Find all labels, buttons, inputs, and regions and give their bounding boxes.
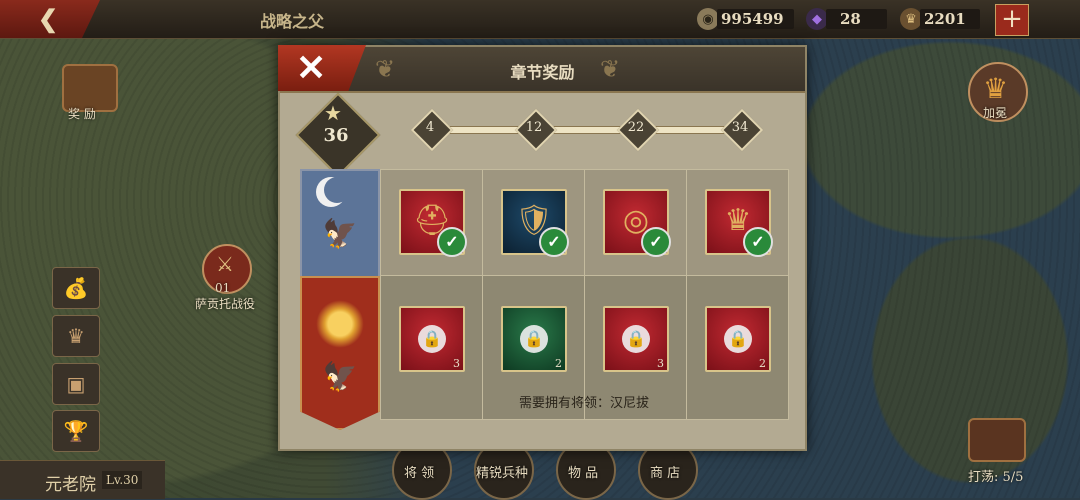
reward-cell-claimed[interactable]: ⛑ ✓ (380, 169, 483, 276)
lock-icon: 🔒 (622, 325, 650, 353)
reward-quantity: 2 (555, 357, 562, 370)
helmet-icon: ⛑ ✓ (399, 189, 467, 257)
ring-icon: ◎ ✓ (603, 189, 671, 257)
claimed-check-icon: ✓ (539, 227, 569, 257)
reward-grid: ⛑ ✓ 🛡 ✓ ◎ ✓ ♛ ✓ 🔒 3 🔒 2 🔒 3 🔒 2 (380, 169, 789, 421)
senate-level: Lv.30 (102, 471, 143, 489)
senate-label: 元老院 (45, 475, 96, 495)
lock-icon: 🔒 (724, 325, 752, 353)
medal-resource: ♛ 2201 (900, 8, 980, 30)
nav-shop-label: 商 店 (650, 466, 681, 481)
rewards-label: 奖 励 (68, 107, 96, 121)
crown-menu-icon[interactable]: ♛ (52, 315, 100, 357)
battle-label: 萨贡托战役 (195, 297, 256, 311)
gem-icon: ◆ (806, 8, 828, 30)
close-icon: ✕ (296, 47, 327, 89)
requirement-text: 需要拥有将领：汉尼拔 (518, 396, 649, 411)
reward-quantity: 3 (453, 357, 460, 370)
reward-cell-claimed[interactable]: ◎ ✓ (584, 169, 687, 276)
chapter-title: 战略之父 (260, 12, 325, 31)
eagle-icon: 🦅 (322, 217, 358, 250)
top-bar: ❮ 战略之父 ◉ 995499 ◆ 28 ♛ 2201 + (0, 0, 1080, 39)
gem-resource: ◆ 28 (806, 8, 887, 30)
crown-icon: ♛ ✓ (705, 189, 773, 257)
battle-number: 01 (215, 281, 231, 295)
star-total: ★ 36 (306, 101, 366, 163)
star-progress-track (430, 126, 742, 134)
armor-icon: 🔒 2 (501, 306, 567, 372)
trophy-icon[interactable]: 🏆 (52, 410, 100, 452)
nav-items-label: 物 品 (568, 466, 599, 481)
crown-icon: 🔒 2 (705, 306, 771, 372)
crown-icon: ♛ (983, 72, 1009, 105)
milestone-1[interactable]: 4 (410, 108, 454, 152)
milestone-3[interactable]: 22 (616, 108, 660, 152)
milestone-value: 22 (627, 120, 645, 135)
milestone-value: 4 (425, 120, 435, 135)
coin-icon: ◉ (697, 8, 719, 30)
blue-faction-banner: 🦅 (300, 169, 380, 278)
back-button[interactable]: ❮ (0, 0, 100, 38)
senate-panel[interactable]: 元老院 Lv.30 (0, 460, 165, 499)
star-icon: ★ (324, 101, 342, 125)
shield-icon: 🛡 ✓ (501, 189, 569, 257)
claimed-check-icon: ✓ (437, 227, 467, 257)
milestone-4[interactable]: 34 (720, 108, 764, 152)
add-resource-button[interactable]: + (995, 4, 1029, 36)
lock-icon: 🔒 (520, 325, 548, 353)
bag-icon[interactable]: 💰 (52, 267, 100, 309)
red-faction-banner: 🦅 (300, 276, 380, 430)
chest-menu-icon[interactable]: ▣ (52, 363, 100, 405)
ring-icon: 🔒 3 (603, 306, 669, 372)
chapter-reward-dialog: ❦ ❦ 章节奖励 ✕ ★ 36 4 12 22 34 🦅 🦅 ⛑ ✓ 🛡 ✓ ◎… (278, 45, 807, 451)
helmet-icon: 🔒 3 (399, 306, 465, 372)
reward-cell-claimed[interactable]: ♛ ✓ (686, 169, 789, 276)
gold-resource: ◉ 995499 (697, 8, 794, 30)
crossed-swords-icon: ⚔ (216, 252, 234, 276)
medal-value: 2201 (920, 9, 980, 29)
gold-value: 995499 (717, 9, 794, 29)
sweep-chest-icon[interactable] (968, 418, 1026, 462)
medal-icon: ♛ (900, 8, 922, 30)
reward-quantity: 2 (759, 357, 766, 370)
milestone-value: 34 (731, 120, 749, 135)
back-arrow-icon: ❮ (38, 4, 59, 33)
reward-cell-claimed[interactable]: 🛡 ✓ (482, 169, 585, 276)
sweep-counter: 打荡: 5/5 (968, 470, 1024, 485)
nav-elite-units-label: 精锐兵种 (476, 466, 529, 481)
reward-quantity: 3 (657, 357, 664, 370)
claimed-check-icon: ✓ (641, 227, 671, 257)
golden-eagle-icon: 🦅 (322, 360, 358, 393)
lock-icon: 🔒 (418, 325, 446, 353)
claimed-check-icon: ✓ (743, 227, 773, 257)
milestone-2[interactable]: 12 (514, 108, 558, 152)
milestone-value: 12 (525, 120, 543, 135)
crescent-moon-icon (324, 177, 350, 203)
coronation-label: 加冕 (983, 106, 1008, 120)
sun-icon (316, 300, 364, 348)
star-count: 36 (323, 125, 349, 146)
nav-generals-label: 将 领 (404, 466, 435, 481)
gem-value: 28 (826, 9, 887, 29)
